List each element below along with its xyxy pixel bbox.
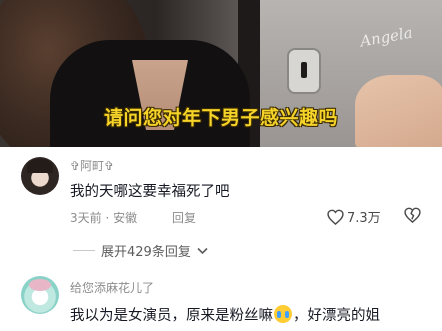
comment-location: 安徽 [113,211,138,225]
comment-text: 我以为是女演员，原来是粉丝嘛 ，好漂亮的姐 [70,304,380,325]
comment-text: 我的天哪这要幸福死了吧 [70,184,230,200]
dislike-button[interactable] [404,207,421,223]
panel-slot [287,48,321,94]
comment-avatar[interactable] [21,157,59,195]
like-count: 7.3万 [347,211,381,226]
comment-text-part: ，好漂亮的姐 [293,308,380,324]
crying-face-icon [274,305,292,323]
heart-icon [327,209,344,225]
like-button[interactable]: 7.3万 [327,207,381,226]
chevron-down-icon [197,247,208,255]
expand-replies-label: 展开429条回复 [101,245,191,260]
comment-username[interactable]: 给您添麻花儿了 [70,279,154,296]
expand-replies[interactable]: 展开429条回复 [73,241,208,260]
meta-separator: · [105,211,114,225]
video-frame[interactable]: Angela 请问您对年下男子感兴趣吗 [0,0,442,147]
comment-meta: 3天前 · 安徽 [70,209,137,226]
comment-text-part: 我以为是女演员，原来是粉丝嘛 [70,308,273,324]
reply-button[interactable]: 回复 [172,209,196,226]
broken-heart-icon [404,207,421,223]
video-subtitle: 请问您对年下男子感兴趣吗 [103,107,338,129]
expand-divider [73,250,95,251]
comment-time: 3天前 [70,211,102,225]
comment-avatar[interactable] [21,276,59,314]
comment-username[interactable]: ✞阿町✞ [70,157,114,174]
